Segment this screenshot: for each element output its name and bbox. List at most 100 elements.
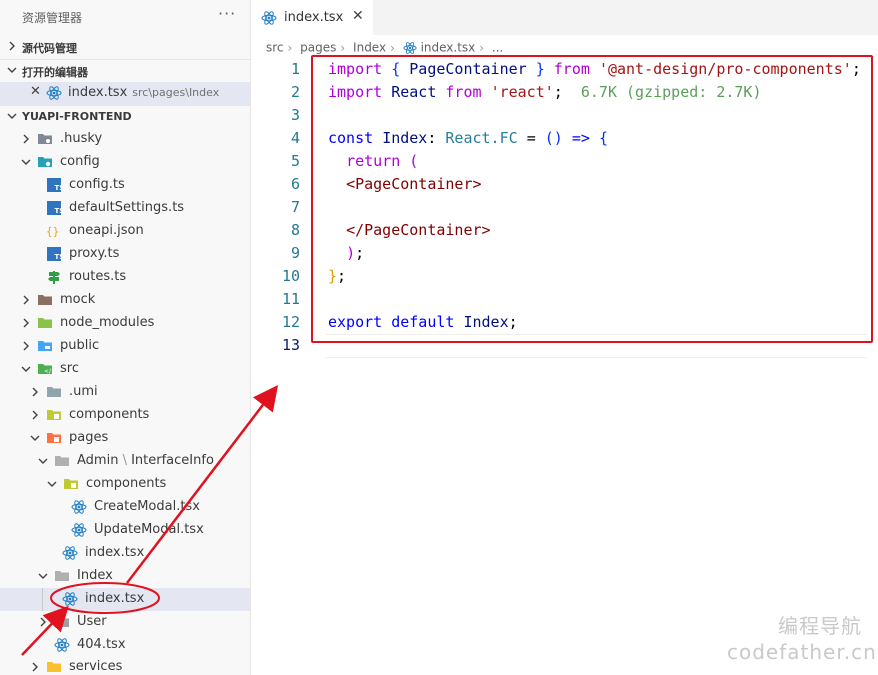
tree-item-mock[interactable]: mock [0, 289, 250, 312]
tab-index-tsx[interactable]: index.tsx ✕ [251, 0, 373, 35]
react-icon [46, 86, 62, 100]
tree-item-pages[interactable]: pages [0, 427, 250, 450]
tree-item-services[interactable]: services [0, 656, 250, 675]
tree-item-admin-interfaceinfo[interactable]: Admin \ InterfaceInfo [0, 450, 250, 473]
line-number: 8 [290, 221, 300, 239]
tree-item-label: services [69, 659, 123, 674]
tree-item-proxy-ts[interactable]: TS proxy.ts [0, 243, 250, 266]
tree-item-index-tsx-selected[interactable]: index.tsx [0, 588, 250, 611]
chevron-right-icon [40, 617, 46, 627]
react-icon [62, 592, 78, 606]
tree-item-label: index.tsx [85, 545, 145, 560]
tree-item-updatemodal[interactable]: UpdateModal.tsx [0, 519, 250, 542]
breadcrumb-item[interactable]: index.tsx [421, 41, 476, 55]
explorer-header: 资源管理器 ··· [0, 0, 250, 34]
react-icon [261, 11, 277, 25]
chevron-right-icon [9, 41, 15, 51]
tree-item-label: public [60, 338, 100, 353]
typescript-icon: TS [47, 247, 62, 261]
line-number: 13 [281, 336, 300, 354]
section-open-editors[interactable]: 打开的编辑器 [0, 59, 250, 83]
open-editor-item[interactable]: ✕ index.tsx src\pages\Index [0, 82, 250, 105]
tree-item-index-folder[interactable]: Index [0, 565, 250, 588]
tree-item-components-nested[interactable]: components [0, 473, 250, 496]
svg-text:{}: {} [46, 225, 59, 238]
line-number: 11 [281, 290, 300, 308]
watermark-cn: 编程导航 [778, 614, 862, 638]
chevron-right-icon [23, 295, 29, 305]
explorer-sidebar: 资源管理器 ··· 源代码管理 打开的编辑器 ✕ index.tsx src\pa… [0, 0, 251, 675]
svg-text:</>: </> [44, 368, 53, 375]
chevron-down-icon [7, 113, 17, 119]
chevron-down-icon [38, 573, 48, 579]
breadcrumb-item[interactable]: Index [353, 41, 386, 55]
tree-item-config-ts[interactable]: TS config.ts [0, 174, 250, 197]
breadcrumb-item[interactable]: src [266, 41, 284, 55]
react-icon [54, 638, 70, 652]
chevron-down-icon [21, 366, 31, 372]
tree-item-label: pages [69, 430, 109, 445]
tree-item-config[interactable]: config [0, 151, 250, 174]
section-label: 打开的编辑器 [22, 66, 88, 79]
svg-text:TS: TS [55, 207, 63, 215]
explorer-title: 资源管理器 [22, 11, 83, 25]
more-actions-icon[interactable]: ··· [218, 4, 236, 23]
line-number: 12 [281, 313, 300, 331]
line-number: 2 [290, 83, 300, 101]
folder-icon [38, 318, 52, 328]
breadcrumb-item[interactable]: pages [300, 41, 336, 55]
folder-icon [38, 295, 52, 305]
tree-item-label: routes.ts [69, 269, 127, 284]
chevron-right-icon [23, 318, 29, 328]
tree-item-user[interactable]: User [0, 611, 250, 634]
typescript-icon: TS [47, 178, 62, 192]
tree-item-husky[interactable]: .husky [0, 128, 250, 151]
tree-item-label: .umi [69, 384, 98, 399]
tree-item-src[interactable]: </> src [0, 358, 250, 381]
section-label: YUAPI-FRONTEND [22, 110, 132, 123]
annotation-highlight-box [311, 55, 873, 343]
tree-item-label: src [60, 361, 79, 376]
tree-item-label: 404.tsx [77, 637, 126, 652]
tree-item-label: CreateModal.tsx [94, 499, 200, 514]
tree-item-oneapi-json[interactable]: {} oneapi.json [0, 220, 250, 243]
editor-tab-bar: index.tsx ✕ [251, 0, 878, 35]
open-editor-path: src\pages\Index [132, 86, 220, 99]
section-project[interactable]: YUAPI-FRONTEND [0, 105, 250, 129]
typescript-icon: TS [47, 201, 63, 215]
tab-label: index.tsx [284, 10, 344, 25]
folder-icon [38, 134, 52, 144]
section-source-control[interactable]: 源代码管理 [0, 36, 250, 58]
close-icon[interactable]: ✕ [352, 8, 364, 24]
tree-item-admin-index[interactable]: index.tsx [0, 542, 250, 565]
watermark-en: codefather.cn [727, 640, 877, 664]
tree-item-404[interactable]: 404.tsx [0, 634, 250, 657]
folder-open-icon [38, 157, 52, 167]
line-number: 6 [290, 175, 300, 193]
tree-item-createmodal[interactable]: CreateModal.tsx [0, 496, 250, 519]
react-icon [403, 41, 417, 54]
chevron-down-icon [47, 481, 57, 487]
tree-item-label: UpdateModal.tsx [94, 522, 204, 537]
breadcrumb-item[interactable]: ... [492, 41, 503, 55]
tree-item-node-modules[interactable]: node_modules [0, 312, 250, 335]
folder-open-icon [47, 433, 61, 443]
tree-item-label: oneapi.json [69, 223, 144, 238]
tree-item-public[interactable]: public [0, 335, 250, 358]
close-icon[interactable]: ✕ [30, 84, 41, 99]
tree-item-routes-ts[interactable]: routes.ts [0, 266, 250, 289]
line-number: 3 [290, 106, 300, 124]
folder-icon [47, 387, 61, 397]
folder-open-icon [64, 479, 78, 489]
tree-item-components[interactable]: components [0, 404, 250, 427]
tree-item-defaultsettings-ts[interactable]: TS defaultSettings.ts [0, 197, 250, 220]
react-icon [62, 546, 78, 560]
tree-item-label: User [77, 614, 107, 629]
folder-segment: InterfaceInfo [131, 453, 214, 468]
line-number: 9 [290, 244, 300, 262]
tree-item-label: Index [77, 568, 113, 583]
chevron-right-icon [32, 387, 38, 397]
chevron-down-icon [38, 458, 48, 464]
tree-item-umi[interactable]: .umi [0, 381, 250, 404]
folder-open-icon: </> [38, 364, 53, 375]
